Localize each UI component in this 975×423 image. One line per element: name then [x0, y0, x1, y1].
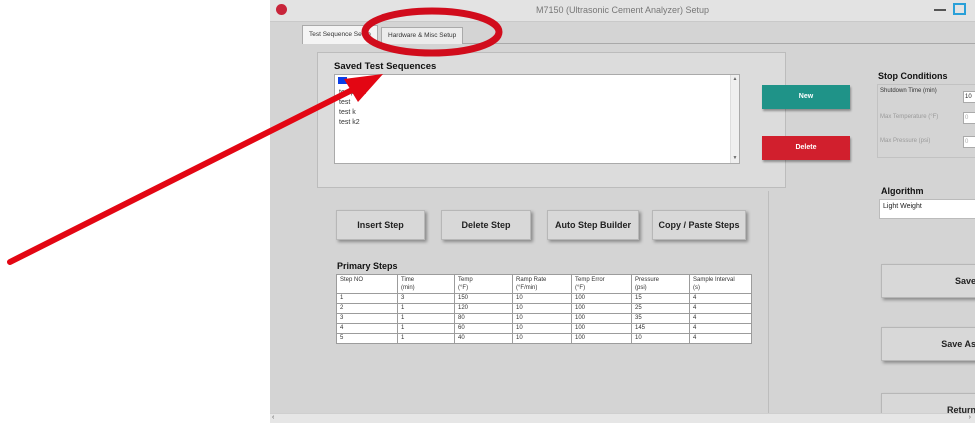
annotation-circle [361, 7, 503, 57]
annotation-arrow-head [344, 74, 383, 102]
annotation-overlay [7, 7, 503, 265]
annotation-arrow-shaft [7, 85, 359, 265]
